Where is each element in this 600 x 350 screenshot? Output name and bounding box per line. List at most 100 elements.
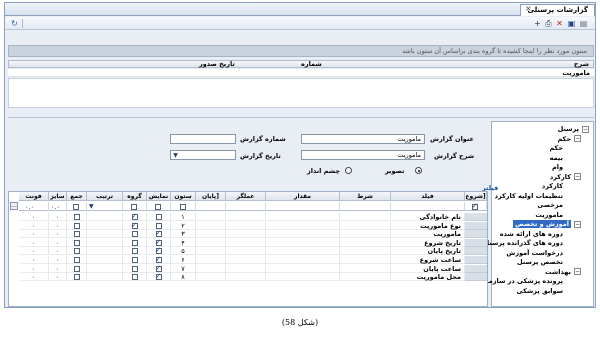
grid-cell[interactable]: ۰ — [49, 247, 67, 256]
row-selector[interactable] — [465, 247, 487, 256]
grid-cell[interactable]: ۰ — [49, 256, 67, 264]
number-field[interactable] — [170, 134, 236, 144]
row-selector[interactable] — [465, 213, 487, 221]
grid-cell[interactable] — [340, 247, 391, 256]
tree-item[interactable]: کارکرد — [542, 182, 563, 190]
grid-cell[interactable]: ۰ — [19, 230, 49, 239]
grid-cell[interactable] — [87, 264, 123, 273]
grid-column-header[interactable]: گروه — [123, 192, 147, 201]
grid-cell[interactable]: ۰ — [19, 213, 49, 221]
grid-cell[interactable] — [67, 238, 87, 247]
grid-column-header[interactable]: شروع] — [465, 192, 487, 201]
grid-cell[interactable] — [340, 230, 391, 239]
grid-filter-cell[interactable]: ▼ — [87, 202, 123, 211]
grid-cell[interactable]: ۰ — [19, 256, 49, 264]
grid-cell[interactable] — [87, 221, 123, 230]
grid-cell[interactable] — [266, 247, 340, 256]
tree-item[interactable]: کارکرد — [550, 173, 571, 181]
grid-cell[interactable] — [266, 238, 340, 247]
grid-cell[interactable] — [196, 238, 226, 247]
title-field[interactable]: ماموریت — [301, 134, 425, 144]
grid-cell[interactable] — [266, 264, 340, 273]
tree-item[interactable]: وام — [552, 163, 563, 171]
tree-item[interactable]: تنظیمات اولیه کارکرد — [495, 192, 563, 200]
grid-cell[interactable] — [123, 264, 147, 273]
grid-cell[interactable]: ۱ — [171, 213, 196, 221]
filter-checkbox[interactable] — [155, 203, 161, 210]
grid-filter-cell[interactable] — [196, 202, 226, 211]
chevron-down-icon[interactable]: ▼ — [89, 203, 94, 210]
group-checkbox[interactable] — [131, 239, 138, 246]
grid-cell[interactable] — [266, 221, 340, 230]
grid-cell[interactable] — [196, 247, 226, 256]
close-icon[interactable]: × — [525, 5, 533, 13]
grid-cell[interactable]: ۸ — [171, 273, 196, 282]
group-checkbox[interactable] — [131, 248, 138, 255]
grid-cell[interactable]: ۰ — [19, 264, 49, 273]
grid-cell[interactable] — [67, 213, 87, 221]
grid-cell[interactable]: تاریخ شروع — [391, 238, 465, 247]
grid-cell[interactable]: ۳ — [171, 230, 196, 239]
grid-column-header[interactable]: سایز — [49, 192, 67, 201]
sum-checkbox[interactable] — [73, 214, 80, 220]
sum-checkbox[interactable] — [73, 257, 80, 263]
grid-cell[interactable] — [196, 230, 226, 239]
grid-cell[interactable] — [340, 213, 391, 221]
group-checkbox[interactable] — [131, 257, 138, 263]
grid-cell[interactable] — [266, 213, 340, 221]
grid-cell[interactable] — [123, 256, 147, 264]
grid-cell[interactable] — [87, 256, 123, 264]
grid-cell[interactable]: ۷ — [171, 264, 196, 273]
tree-item[interactable]: حکم — [549, 144, 563, 152]
desc-field[interactable]: ماموریت — [301, 150, 425, 160]
sum-checkbox[interactable] — [73, 231, 80, 238]
col-number-header[interactable]: شماره — [301, 61, 322, 68]
grid-cell[interactable] — [123, 238, 147, 247]
grid-cell[interactable] — [266, 256, 340, 264]
report-list-row[interactable]: ماموریت — [8, 69, 594, 77]
tree-item[interactable]: بیمه — [550, 154, 563, 162]
grid-cell[interactable]: ۶ — [171, 256, 196, 264]
row-selector[interactable] — [465, 264, 487, 273]
show-checkbox[interactable] — [155, 222, 162, 229]
grid-filter-cell[interactable] — [465, 202, 487, 211]
sum-checkbox[interactable] — [73, 239, 80, 246]
grid-cell[interactable] — [67, 273, 87, 282]
grid-cell[interactable]: نوع ماموریت — [391, 221, 465, 230]
grid-cell[interactable] — [87, 230, 123, 239]
grid-cell[interactable] — [226, 213, 266, 221]
refresh-icon[interactable]: ↻ — [9, 18, 20, 29]
grid-cell[interactable]: ۵ — [171, 247, 196, 256]
grid-cell[interactable] — [340, 221, 391, 230]
show-checkbox[interactable] — [155, 255, 162, 263]
grid-column-header[interactable]: مقدار — [266, 192, 340, 201]
grid-cell[interactable] — [340, 264, 391, 273]
filter-checkbox[interactable] — [131, 203, 137, 210]
grid-cell[interactable]: ۰ — [49, 264, 67, 273]
radio-landscape[interactable] — [345, 167, 352, 174]
group-checkbox[interactable] — [131, 231, 138, 238]
grid-cell[interactable]: ۰ — [19, 247, 49, 256]
grid-cell[interactable]: ۴ — [171, 238, 196, 247]
grid-column-header[interactable]: پایان] — [196, 192, 226, 201]
tree-expander-icon[interactable]: − — [582, 125, 589, 133]
filter-checkbox[interactable] — [73, 203, 79, 210]
show-checkbox[interactable] — [155, 272, 162, 281]
grid-cell[interactable] — [67, 230, 87, 239]
grid-filter-cell[interactable] — [171, 202, 196, 211]
grid-column-header[interactable]: فونت — [19, 192, 49, 201]
group-checkbox[interactable] — [131, 221, 138, 229]
radio-image[interactable] — [415, 167, 422, 174]
grid-cell[interactable]: ساعت پایان — [391, 264, 465, 273]
tree-item[interactable]: دوره های گذرانده پرسنل — [483, 239, 563, 247]
sum-checkbox[interactable] — [73, 248, 80, 255]
grid-filter-cell[interactable] — [67, 202, 87, 211]
tree-item[interactable]: پرسنل — [558, 125, 579, 133]
row-selector[interactable] — [465, 221, 487, 230]
grid-cell[interactable]: ۰ — [19, 273, 49, 282]
show-checkbox[interactable] — [155, 238, 162, 246]
row-selector[interactable] — [465, 273, 487, 282]
row-selector[interactable] — [465, 256, 487, 264]
grid-column-header[interactable]: ترتیب — [87, 192, 123, 201]
tree-item[interactable]: حکم — [557, 135, 571, 143]
